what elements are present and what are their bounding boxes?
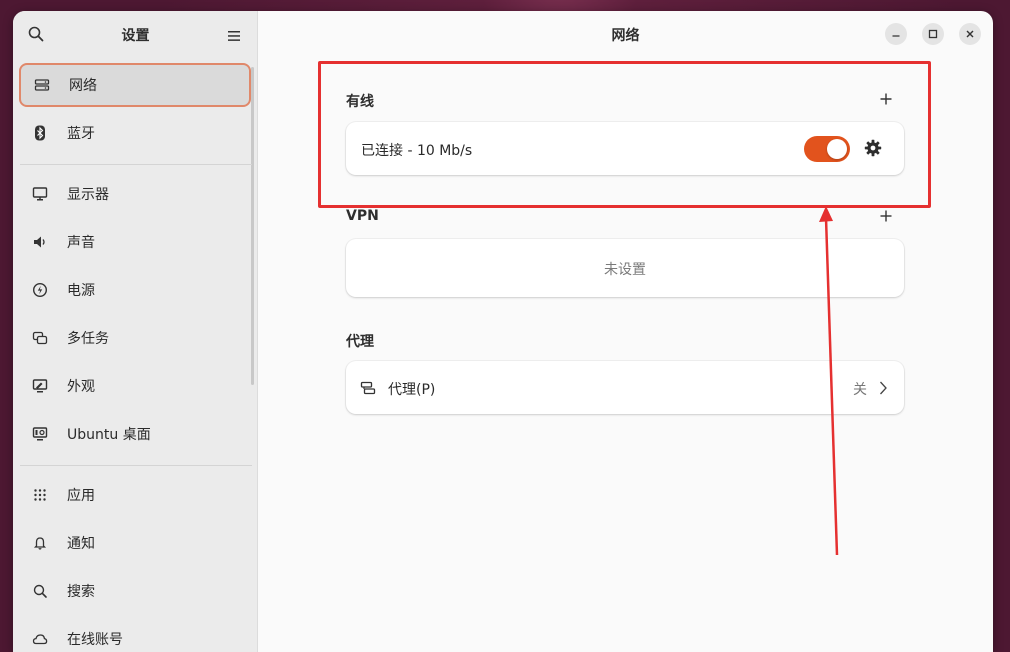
sidebar-item-network[interactable]: 网络 [19,63,251,107]
appearance-icon [31,377,49,395]
cloud-icon [31,630,49,648]
add-vpn-plus-icon[interactable] [879,208,893,222]
sidebar-item-label: 外观 [67,379,95,395]
sidebar-item-multitasking[interactable]: 多任务 [19,316,251,360]
maximize-button[interactable] [922,23,944,45]
bluetooth-icon [31,124,49,142]
annotation-highlight-box [318,61,931,208]
bell-icon [31,534,49,552]
minimize-button[interactable] [885,23,907,45]
sidebar-item-label: 搜索 [67,584,95,600]
vpn-section-title: VPN [346,208,379,224]
sidebar-item-label: 应用 [67,488,95,504]
sidebar-item-label: 通知 [67,536,95,552]
close-button[interactable] [959,23,981,45]
annotation-arrow [819,206,839,556]
sidebar-title: 设置 [121,28,150,44]
sidebar-item-label: 多任务 [67,331,109,347]
sidebar-item-label: 声音 [67,235,95,251]
display-icon [31,185,49,203]
sidebar-divider [20,164,252,165]
sidebar-item-label: 在线账号 [67,632,123,648]
sidebar-item-sound[interactable]: 声音 [19,220,251,264]
sidebar-item-bluetooth[interactable]: 蓝牙 [19,111,251,155]
search-icon [31,582,49,600]
apps-grid-icon [31,486,49,504]
sidebar-item-display[interactable]: 显示器 [19,172,251,216]
network-wired-icon [33,76,51,94]
sidebar-item-search[interactable]: 搜索 [19,569,251,613]
sidebar-divider [20,465,252,466]
speaker-icon [31,233,49,251]
sidebar-item-ubuntu-desktop[interactable]: Ubuntu 桌面 [19,412,251,456]
sidebar-item-notifications[interactable]: 通知 [19,521,251,565]
proxy-section-title: 代理 [346,334,374,350]
ubuntu-desktop-icon [31,425,49,443]
multitasking-icon [31,329,49,347]
sidebar-item-label: Ubuntu 桌面 [67,427,151,443]
sidebar-item-label: 蓝牙 [67,126,95,142]
page-title: 网络 [611,28,640,44]
sidebar-item-appearance[interactable]: 外观 [19,364,251,408]
sidebar-item-power[interactable]: 电源 [19,268,251,312]
sidebar-item-online-accounts[interactable]: 在线账号 [19,617,251,652]
maximize-icon [928,29,938,39]
sidebar-scrollbar[interactable] [251,67,254,385]
sidebar-item-label: 网络 [69,78,97,94]
sidebar-item-label: 显示器 [67,187,109,203]
close-icon [966,30,974,38]
sidebar-item-label: 电源 [67,283,95,299]
minimize-icon [892,35,900,37]
power-icon [31,281,49,299]
chevron-right-icon [878,380,888,396]
proxy-value: 关 [853,382,867,398]
proxy-label: 代理(P) [388,382,436,398]
sidebar: 设置 网络 蓝牙 显示器 声音 电源 多任务 外观 Ubuntu 桌面 应用 通… [13,11,258,652]
proxy-network-icon [360,380,376,396]
sidebar-header: 设置 [13,11,258,57]
sidebar-item-apps[interactable]: 应用 [19,473,251,517]
hamburger-menu-icon[interactable] [227,27,241,41]
